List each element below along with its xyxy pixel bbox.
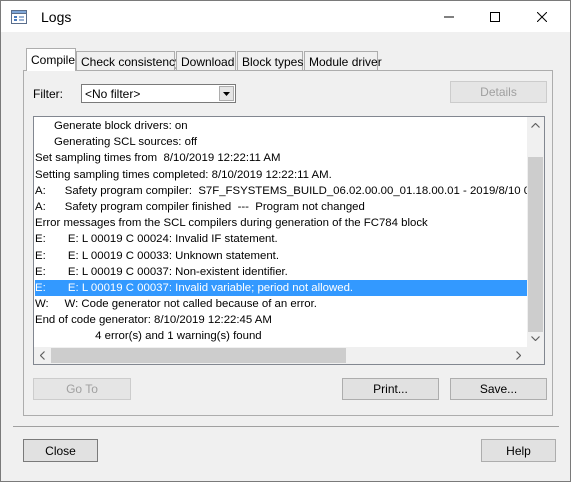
scroll-left-button[interactable]: [34, 347, 51, 364]
log-line[interactable]: A: Safety program compiler finished --- …: [35, 199, 528, 215]
tab-label: Block types: [242, 55, 304, 69]
chevron-up-icon: [531, 123, 540, 128]
app-icon: [11, 10, 27, 24]
tab-label: Module driver: [309, 55, 382, 69]
log-line[interactable]: Error messages from the SCL compilers du…: [35, 215, 528, 231]
dropdown-arrow-button[interactable]: [219, 86, 234, 101]
help-label: Help: [506, 443, 531, 458]
filter-value: <No filter>: [85, 87, 141, 101]
details-label: Details: [480, 85, 517, 99]
title-bar[interactable]: Logs: [1, 1, 570, 32]
minimize-icon: [444, 16, 454, 17]
save-button[interactable]: Save...: [450, 378, 547, 400]
log-line[interactable]: A: Safety program compiler: S7F_FSYSTEMS…: [35, 183, 528, 199]
print-button[interactable]: Print...: [342, 378, 439, 400]
filter-label: Filter:: [33, 87, 63, 101]
tab-label: Compile: [31, 53, 76, 67]
maximize-icon: [490, 11, 500, 22]
log-line[interactable]: End of code generator: 8/10/2019 12:22:4…: [35, 312, 528, 328]
tab-download[interactable]: Download: [176, 51, 236, 71]
tab-compile[interactable]: Compile: [26, 48, 76, 71]
log-line[interactable]: E: E: L 00019 C 00037: Invalid variable;…: [35, 279, 528, 297]
chevron-left-icon: [40, 351, 45, 360]
print-label: Print...: [373, 382, 408, 396]
tab-label: Check consistency: [81, 55, 182, 69]
tab-module-driver[interactable]: Module driver: [304, 51, 382, 71]
log-line[interactable]: E: E: L 00019 C 00037: Non-existent iden…: [35, 264, 528, 280]
details-button[interactable]: Details: [450, 81, 547, 103]
scroll-right-button[interactable]: [510, 347, 527, 364]
tab-check-consistency[interactable]: Check consistency: [76, 51, 181, 71]
scroll-up-button[interactable]: [527, 117, 544, 134]
close-icon: [537, 11, 547, 22]
tab-label: Download: [181, 55, 235, 69]
chevron-down-icon: [223, 91, 230, 96]
divider: [13, 426, 559, 427]
goto-label: Go To: [66, 382, 98, 396]
log-line[interactable]: Setting sampling times completed: 8/10/2…: [35, 167, 528, 183]
log-line[interactable]: E: E: L 00019 C 00024: Invalid IF statem…: [35, 231, 528, 247]
log-line[interactable]: 4 error(s) and 1 warning(s) found: [35, 328, 528, 344]
log-line[interactable]: Generating SCL sources: off: [35, 134, 528, 150]
goto-button[interactable]: Go To: [33, 378, 131, 400]
chevron-right-icon: [516, 351, 521, 360]
scrollbar-corner: [527, 347, 544, 364]
close-button[interactable]: Close: [23, 439, 98, 462]
window-title: Logs: [41, 9, 72, 25]
maximize-button[interactable]: [472, 1, 518, 32]
log-line[interactable]: E: E: L 00019 C 00033: Unknown statement…: [35, 248, 528, 264]
close-window-button[interactable]: [519, 1, 565, 32]
vertical-scrollbar[interactable]: [527, 117, 544, 347]
logs-dialog: Logs Compile Check consistency Download …: [0, 0, 571, 482]
help-button[interactable]: Help: [481, 439, 556, 462]
vertical-scroll-thumb[interactable]: [528, 157, 543, 332]
log-line[interactable]: W: W: Code generator not called because …: [35, 296, 528, 312]
chevron-down-icon: [531, 336, 540, 341]
save-label: Save...: [479, 382, 518, 396]
log-line[interactable]: Generate block drivers: on: [35, 118, 528, 134]
log-lines: Generate block drivers: on Generating SC…: [35, 118, 528, 348]
horizontal-scrollbar[interactable]: [34, 347, 527, 364]
log-output[interactable]: Generate block drivers: on Generating SC…: [33, 116, 545, 365]
close-label: Close: [45, 443, 76, 458]
filter-dropdown[interactable]: <No filter>: [81, 84, 236, 103]
minimize-button[interactable]: [426, 1, 472, 32]
horizontal-scroll-thumb[interactable]: [51, 348, 346, 363]
tab-block-types[interactable]: Block types: [237, 51, 303, 71]
scroll-down-button[interactable]: [527, 330, 544, 347]
log-line[interactable]: Set sampling times from 8/10/2019 12:22:…: [35, 150, 528, 166]
